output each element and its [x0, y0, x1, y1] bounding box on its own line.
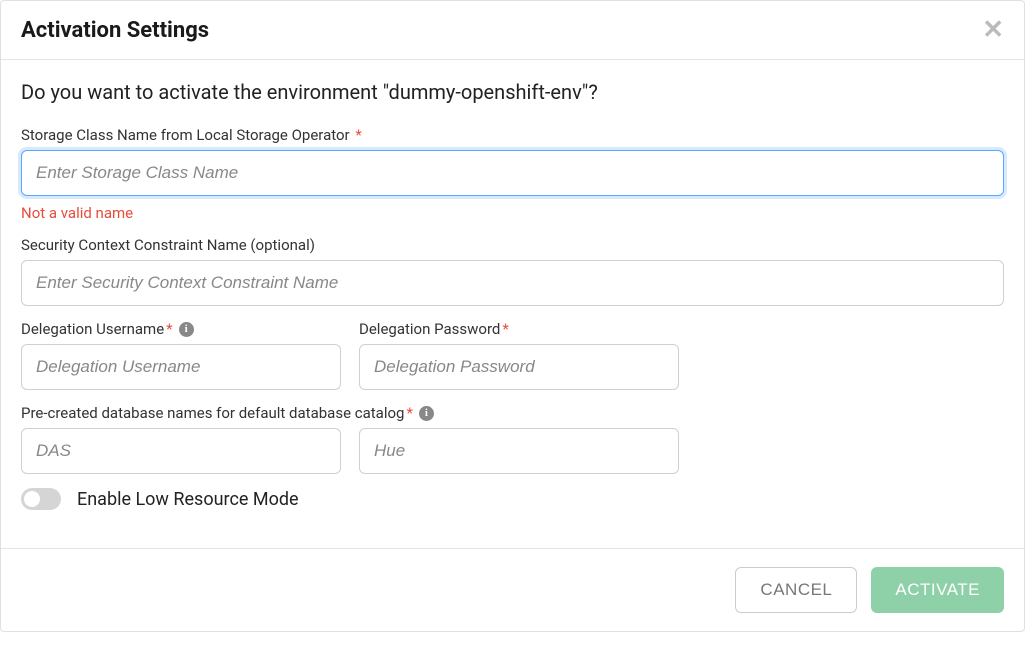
storage-class-error: Not a valid name: [21, 204, 1004, 222]
delegation-row: Delegation Username* i Delegation Passwo…: [21, 320, 1004, 404]
activation-question: Do you want to activate the environment …: [21, 80, 1004, 104]
hue-input[interactable]: [359, 428, 679, 474]
delegation-username-label: Delegation Username*: [21, 320, 173, 338]
delegation-username-label-wrap: Delegation Username* i: [21, 320, 341, 338]
storage-class-input[interactable]: [21, 150, 1004, 196]
delegation-username-group: Delegation Username* i: [21, 320, 341, 390]
activation-settings-modal: Activation Settings ✕ Do you want to act…: [0, 0, 1025, 632]
delegation-password-label-text: Delegation Password: [359, 320, 500, 338]
low-resource-row: Enable Low Resource Mode: [21, 488, 1004, 510]
activate-button[interactable]: ACTIVATE: [871, 567, 1004, 613]
storage-class-group: Storage Class Name from Local Storage Op…: [21, 126, 1004, 222]
scc-label: Security Context Constraint Name (option…: [21, 236, 1004, 254]
delegation-username-label-text: Delegation Username: [21, 320, 164, 338]
storage-class-label-text: Storage Class Name from Local Storage Op…: [21, 126, 350, 144]
required-asterisk: *: [502, 320, 508, 338]
toggle-knob: [24, 491, 40, 507]
storage-class-label: Storage Class Name from Local Storage Op…: [21, 126, 1004, 144]
precreated-db-inputs: [21, 428, 1004, 474]
modal-header: Activation Settings ✕: [1, 1, 1024, 60]
precreated-db-group: Pre-created database names for default d…: [21, 404, 1004, 474]
required-asterisk: *: [406, 404, 412, 422]
delegation-password-label: Delegation Password*: [359, 320, 679, 338]
precreated-db-label: Pre-created database names for default d…: [21, 404, 413, 422]
low-resource-label: Enable Low Resource Mode: [77, 489, 299, 510]
info-icon[interactable]: i: [419, 406, 434, 421]
precreated-db-label-text: Pre-created database names for default d…: [21, 404, 404, 422]
close-icon[interactable]: ✕: [982, 17, 1004, 43]
das-input[interactable]: [21, 428, 341, 474]
cancel-button[interactable]: CANCEL: [735, 567, 857, 613]
delegation-password-group: Delegation Password*: [359, 320, 679, 390]
modal-body: Do you want to activate the environment …: [1, 60, 1024, 530]
low-resource-toggle[interactable]: [21, 488, 61, 510]
info-icon[interactable]: i: [179, 322, 194, 337]
precreated-db-label-wrap: Pre-created database names for default d…: [21, 404, 1004, 422]
required-asterisk: *: [355, 126, 361, 144]
delegation-username-input[interactable]: [21, 344, 341, 390]
required-asterisk: *: [166, 320, 172, 338]
scc-group: Security Context Constraint Name (option…: [21, 236, 1004, 306]
scc-input[interactable]: [21, 260, 1004, 306]
modal-title: Activation Settings: [21, 18, 209, 43]
delegation-password-input[interactable]: [359, 344, 679, 390]
modal-footer: CANCEL ACTIVATE: [1, 548, 1024, 631]
